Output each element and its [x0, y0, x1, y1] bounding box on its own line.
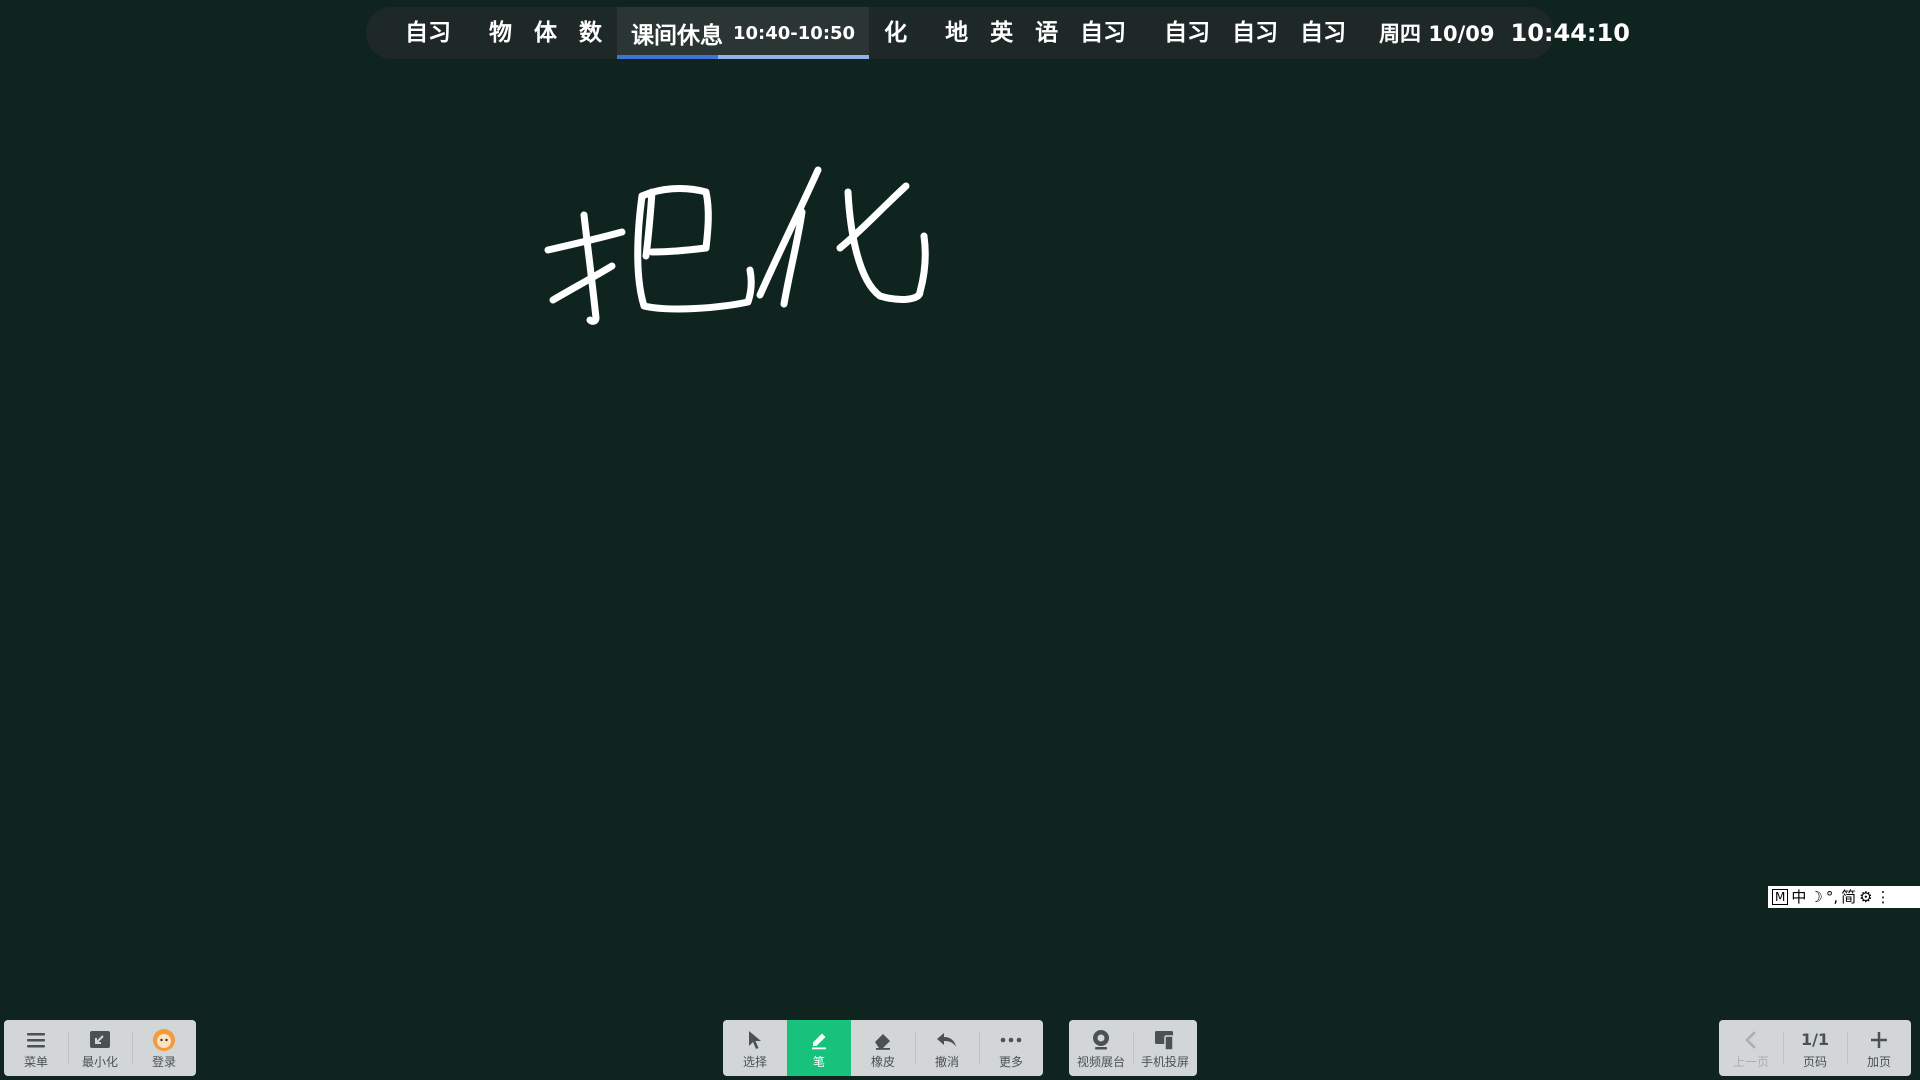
plus-icon	[1867, 1028, 1891, 1052]
ime-more-icon[interactable]: ⋮	[1876, 886, 1891, 908]
phone-cast-button[interactable]: 手机投屏	[1133, 1020, 1197, 1076]
handwriting-strokes	[544, 166, 929, 325]
phone-cast-label: 手机投屏	[1140, 1054, 1189, 1069]
page-number-label: 页码	[1802, 1054, 1827, 1069]
ime-charset-toggle[interactable]: 简	[1841, 886, 1856, 908]
previous-page-button[interactable]: 上一页	[1719, 1020, 1783, 1076]
ime-status-bar[interactable]: M 中 ☽ °, 简 ⚙ ⋮	[1768, 886, 1920, 908]
pen-label: 笔	[812, 1054, 825, 1069]
more-dots-icon	[999, 1028, 1023, 1052]
ink-stroke	[642, 188, 656, 260]
cursor-arrow-icon	[743, 1028, 767, 1052]
eraser-label: 橡皮	[870, 1054, 895, 1069]
eraser-icon	[871, 1028, 895, 1052]
share-toolbar: 视频展台 手机投屏	[1069, 1020, 1197, 1076]
chevron-left-icon	[1739, 1028, 1763, 1052]
drawing-toolbar: 选择 笔 橡皮 撤消 更多	[723, 1020, 1043, 1076]
more-label: 更多	[998, 1054, 1023, 1069]
minimize-button[interactable]: 最小化	[68, 1020, 132, 1076]
login-button[interactable]: 登录	[132, 1020, 196, 1076]
select-tool-button[interactable]: 选择	[723, 1020, 787, 1076]
menu-label: 菜单	[23, 1054, 48, 1069]
eraser-tool-button[interactable]: 橡皮	[851, 1020, 915, 1076]
add-page-button[interactable]: 加页	[1847, 1020, 1911, 1076]
phone-cast-icon	[1153, 1028, 1177, 1052]
menu-icon	[24, 1028, 48, 1052]
ime-moon-icon[interactable]: ☽	[1809, 886, 1822, 908]
undo-button[interactable]: 撤消	[915, 1020, 979, 1076]
ink-stroke	[549, 262, 616, 304]
video-booth-label: 视频展台	[1076, 1054, 1125, 1069]
avatar-icon	[152, 1028, 176, 1052]
page-toolbar: 上一页 1/1 页码 加页	[1719, 1020, 1911, 1076]
ink-stroke	[580, 211, 600, 325]
pen-tool-button[interactable]: 笔	[787, 1020, 851, 1076]
login-label: 登录	[151, 1054, 176, 1069]
previous-page-label: 上一页	[1732, 1054, 1769, 1069]
more-button[interactable]: 更多	[979, 1020, 1043, 1076]
ime-settings-icon[interactable]: ⚙	[1859, 886, 1872, 908]
minimize-label: 最小化	[81, 1054, 118, 1069]
page-indicator: 1/1	[1800, 1029, 1830, 1049]
camera-icon	[1089, 1028, 1113, 1052]
ime-mode-icon[interactable]: M	[1772, 889, 1789, 905]
minimize-icon	[88, 1028, 112, 1052]
pen-icon	[807, 1028, 831, 1052]
undo-icon	[935, 1028, 959, 1052]
video-booth-button[interactable]: 视频展台	[1069, 1020, 1133, 1076]
menu-button[interactable]: 菜单	[4, 1020, 68, 1076]
ime-punctuation-toggle[interactable]: °,	[1826, 886, 1838, 908]
left-toolbar: 菜单 最小化 登录	[4, 1020, 196, 1076]
whiteboard-canvas[interactable]: 自习 物 体 数 课间休息 10:40-10:50 化 地 英 语 自习 自习 …	[0, 0, 1920, 1080]
select-label: 选择	[742, 1054, 767, 1069]
ink-stroke	[648, 244, 710, 256]
add-page-label: 加页	[1866, 1054, 1891, 1069]
ime-language-toggle[interactable]: 中	[1791, 886, 1806, 908]
page-number-button[interactable]: 1/1 页码	[1783, 1020, 1847, 1076]
undo-label: 撤消	[934, 1054, 959, 1069]
